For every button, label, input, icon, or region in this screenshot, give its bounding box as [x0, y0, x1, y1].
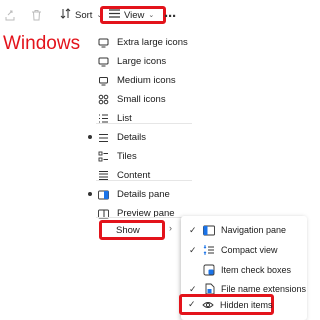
view-button[interactable]: View ⌄	[100, 6, 166, 24]
menu-item-show[interactable]: Show	[99, 220, 165, 240]
submenu-item-label: Item check boxes	[221, 265, 292, 275]
chevron-right-icon: ›	[169, 223, 172, 233]
menu-item-medium-icons[interactable]: Medium icons	[82, 71, 192, 90]
menu-item-label: Details pane	[117, 189, 170, 200]
submenu-item-label: Navigation pane	[221, 225, 287, 235]
checkbox-icon	[203, 264, 215, 276]
eye-icon	[202, 299, 214, 311]
check-icon: ✓	[189, 224, 197, 235]
monitor-icon	[98, 37, 109, 48]
sort-label: Sort	[75, 9, 93, 21]
menu-item-details-pane[interactable]: Details pane	[82, 185, 192, 204]
menu-item-small-icons[interactable]: Small icons	[82, 90, 192, 109]
menu-item-label: Show	[116, 224, 140, 236]
view-label: View	[124, 9, 145, 21]
view-menu: Extra large icons Large icons Medium ico…	[82, 30, 192, 244]
submenu-item-hidden-items[interactable]: ✓ Hidden items	[179, 294, 274, 315]
menu-item-label: Small icons	[117, 94, 166, 105]
navigation-pane-icon	[203, 224, 215, 236]
show-submenu: ✓ Navigation pane ✓ Compact view Item ch…	[179, 216, 307, 320]
menu-divider	[96, 180, 192, 181]
details-pane-icon	[98, 189, 109, 200]
menu-divider	[96, 123, 192, 124]
submenu-item-label: Hidden items	[220, 299, 273, 310]
submenu-item-label: Compact view	[221, 245, 278, 255]
details-icon	[98, 132, 109, 143]
compact-view-icon	[203, 244, 215, 256]
submenu-item-label: File name extensions	[221, 284, 307, 294]
menu-item-label: Tiles	[117, 151, 137, 162]
menu-item-large-icons[interactable]: Large icons	[82, 52, 192, 71]
toolbar: Sort ⌄ View ⌄ ···	[0, 0, 307, 30]
check-icon: ✓	[189, 283, 197, 294]
check-icon: ✓	[189, 244, 197, 255]
menu-item-extra-large-icons[interactable]: Extra large icons	[82, 33, 192, 52]
share-icon[interactable]	[4, 8, 16, 26]
more-label: ···	[164, 7, 177, 25]
tiles-icon	[98, 151, 109, 162]
submenu-item-compact-view[interactable]: ✓ Compact view	[181, 240, 307, 260]
monitor-icon	[98, 75, 109, 86]
monitor-icon	[98, 56, 109, 67]
menu-item-content[interactable]: Content	[82, 166, 192, 185]
menu-item-tiles[interactable]: Tiles	[82, 147, 192, 166]
submenu-item-item-check-boxes[interactable]: Item check boxes	[181, 260, 307, 280]
chevron-down-icon: ⌄	[148, 12, 155, 19]
submenu-item-navigation-pane[interactable]: ✓ Navigation pane	[181, 220, 307, 240]
menu-divider	[96, 217, 192, 218]
sort-button[interactable]: Sort ⌄	[60, 4, 102, 26]
menu-item-label: Details	[117, 132, 147, 143]
delete-icon[interactable]	[31, 8, 42, 26]
sort-icon	[60, 8, 72, 22]
menu-item-details[interactable]: Details	[82, 128, 192, 147]
check-icon: ✓	[188, 299, 196, 309]
menu-item-label: Extra large icons	[117, 37, 188, 48]
menu-item-list[interactable]: List	[82, 109, 192, 128]
view-lines-icon	[109, 9, 120, 21]
menu-item-label: Large icons	[117, 56, 167, 67]
small-icons-grid-icon	[98, 94, 109, 105]
menu-item-label: Medium icons	[117, 75, 176, 86]
more-options-button[interactable]: ···	[164, 5, 177, 27]
